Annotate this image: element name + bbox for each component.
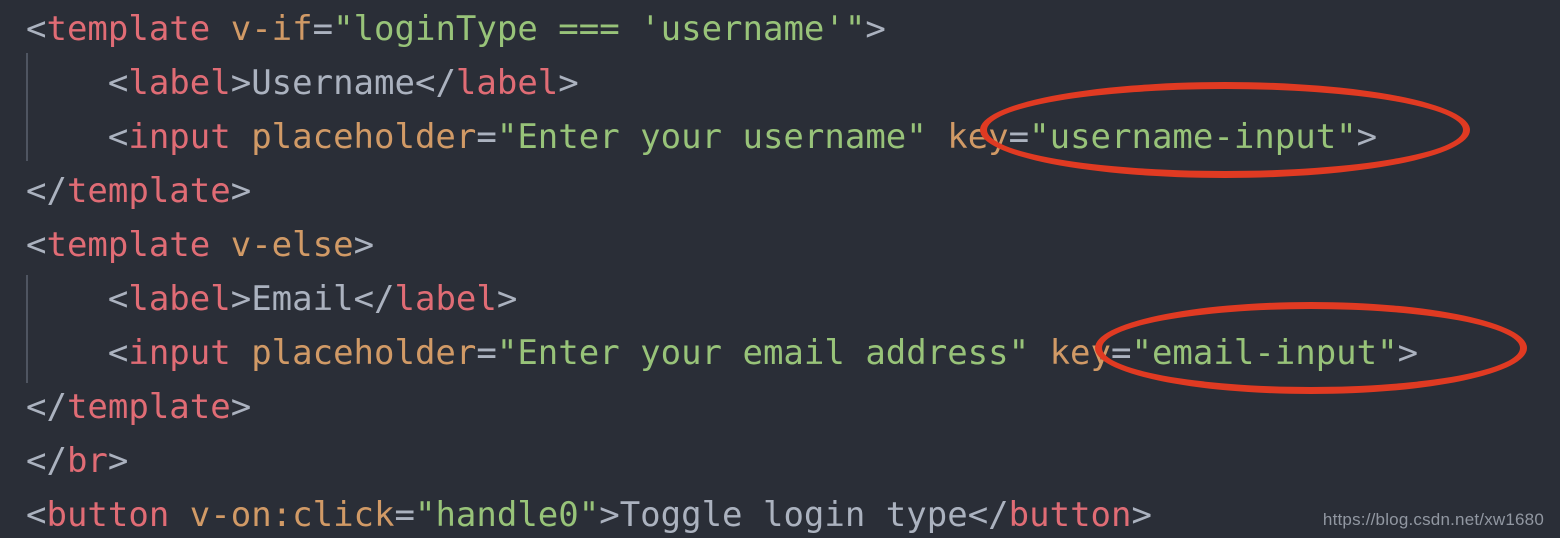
code-token-punct — [210, 225, 230, 265]
code-token-punct: < — [26, 279, 129, 319]
code-token-tag: br — [66, 441, 108, 481]
code-line: <button v-on:click="handle0">Toggle logi… — [26, 488, 1152, 538]
code-token-punct: < — [26, 495, 47, 535]
code-token-punct — [231, 333, 251, 373]
code-line: </br> — [26, 434, 128, 488]
code-token-tag: label — [394, 279, 497, 319]
code-line: <input placeholder="Enter your email add… — [26, 326, 1418, 380]
code-token-tag: template — [66, 387, 231, 427]
code-token-attr: placeholder — [251, 117, 477, 157]
code-token-punct: </ — [26, 171, 67, 211]
code-screenshot: <template v-if="loginType === 'username'… — [0, 0, 1560, 538]
code-token-punct: > — [1356, 117, 1378, 157]
code-token-punct: > — [230, 279, 252, 319]
code-token-string: "loginType === 'username'" — [333, 9, 866, 49]
code-token-attr: key — [1049, 333, 1111, 373]
code-token-tag: label — [455, 63, 559, 103]
code-token-punct: = — [1110, 333, 1132, 373]
watermark: https://blog.csdn.net/xw1680 — [1322, 510, 1544, 529]
code-token-tag: input — [128, 117, 231, 157]
code-token-attr: key — [947, 117, 1009, 157]
code-token-punct — [1029, 333, 1049, 373]
code-token-string: "Enter your username" — [496, 117, 927, 157]
code-token-punct: < — [26, 63, 129, 103]
code-token-punct: = — [476, 333, 497, 373]
code-line: <label>Email</label> — [26, 272, 517, 326]
code-token-punct: > — [230, 387, 252, 427]
code-token-tag: template — [46, 9, 211, 49]
code-token-punct: </ — [967, 495, 1009, 535]
code-token-punct: < — [26, 9, 47, 49]
code-token-punct: </ — [353, 279, 395, 319]
code-token-punct: = — [312, 9, 334, 49]
code-token-punct: > — [230, 63, 252, 103]
code-token-tag: label — [128, 279, 231, 319]
code-token-punct: > — [865, 9, 886, 49]
code-token-punct — [927, 117, 947, 157]
code-token-tag: label — [128, 63, 231, 103]
code-token-punct: </ — [414, 63, 456, 103]
code-token-punct — [210, 9, 230, 49]
code-token-punct: = — [394, 495, 415, 535]
code-token-string: "Enter your email address" — [496, 333, 1030, 373]
code-block: <template v-if="loginType === 'username'… — [0, 0, 1560, 538]
code-token-attr: v-if — [230, 9, 313, 49]
indent-guide — [26, 53, 28, 161]
code-line: </template> — [26, 380, 251, 434]
code-line: <template v-if="loginType === 'username'… — [26, 2, 886, 56]
code-token-attr: placeholder — [251, 333, 477, 373]
code-token-punct: </ — [26, 387, 67, 427]
code-token-tag: template — [66, 171, 231, 211]
code-token-tag: template — [46, 225, 211, 265]
code-token-text: Email — [251, 279, 354, 319]
code-token-string: "email-input" — [1131, 333, 1398, 373]
code-line: <input placeholder="Enter your username"… — [26, 110, 1377, 164]
code-token-punct: < — [26, 117, 129, 157]
code-token-punct — [169, 495, 189, 535]
code-token-punct: = — [1008, 117, 1030, 157]
code-token-punct — [231, 117, 251, 157]
code-token-punct: = — [476, 117, 497, 157]
code-token-punct: > — [230, 171, 252, 211]
code-token-punct: > — [496, 279, 518, 319]
code-token-attr: v-else — [230, 225, 354, 265]
code-token-punct: > — [599, 495, 620, 535]
code-token-punct: < — [26, 225, 47, 265]
code-token-punct: > — [1131, 495, 1152, 535]
code-line: <label>Username</label> — [26, 56, 579, 110]
code-token-string: "username-input" — [1029, 117, 1357, 157]
code-token-punct: > — [558, 63, 579, 103]
code-token-attr: v-on:click — [189, 495, 395, 535]
code-token-text: Toggle login type — [619, 495, 968, 535]
code-token-tag: input — [128, 333, 231, 373]
code-token-punct: </ — [26, 441, 67, 481]
code-line: </template> — [26, 164, 251, 218]
code-token-tag: button — [46, 495, 170, 535]
code-line: <template v-else> — [26, 218, 374, 272]
code-token-text: Username — [251, 63, 415, 103]
code-token-string: "handle0" — [414, 495, 600, 535]
code-token-tag: button — [1008, 495, 1132, 535]
code-token-punct: < — [26, 333, 129, 373]
indent-guide — [26, 275, 28, 383]
code-token-punct: > — [1397, 333, 1419, 373]
code-token-punct: > — [107, 441, 129, 481]
code-token-punct: > — [353, 225, 375, 265]
